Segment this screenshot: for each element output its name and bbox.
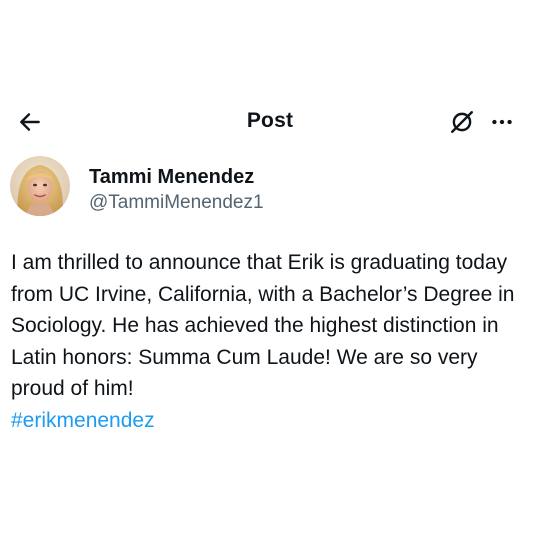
author-display-name[interactable]: Tammi Menendez	[89, 166, 254, 189]
back-button[interactable]	[14, 106, 46, 138]
author-handle[interactable]: @TammiMenendez1	[89, 192, 264, 214]
post-text: I am thrilled to announce that Erik is g…	[11, 251, 515, 400]
more-horizontal-icon	[492, 119, 512, 125]
more-options-button[interactable]	[486, 106, 518, 138]
profile-avatar-image	[10, 156, 70, 216]
arrow-left-icon	[20, 113, 40, 131]
grok-button[interactable]	[446, 106, 478, 138]
grok-icon	[451, 111, 473, 133]
post-header: Post	[0, 100, 540, 144]
hashtag-link[interactable]: #erikmenendez	[11, 405, 155, 437]
post-author: Tammi Menendez @TammiMenendez1	[10, 156, 510, 218]
post-body: I am thrilled to announce that Erik is g…	[11, 247, 531, 436]
avatar[interactable]	[10, 156, 70, 216]
